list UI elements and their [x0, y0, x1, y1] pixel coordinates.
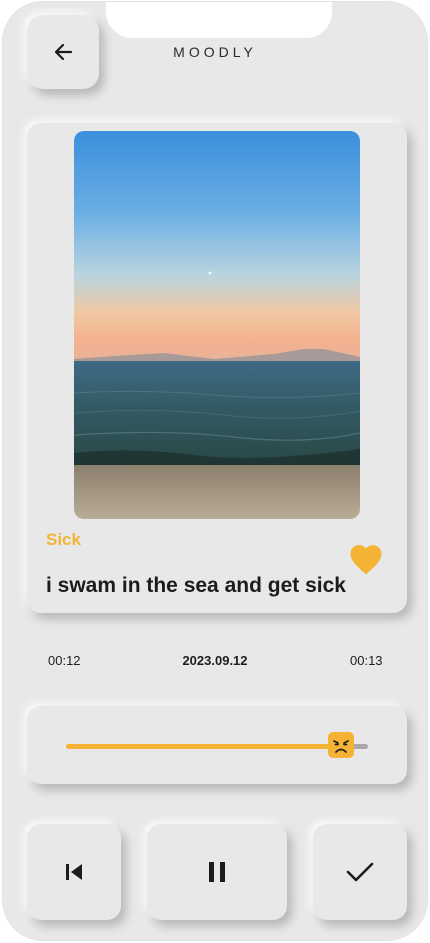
device-notch: [106, 2, 332, 38]
total-time: 00:13: [350, 653, 383, 668]
sick-face-icon[interactable]: [328, 732, 354, 758]
previous-button[interactable]: [27, 824, 121, 920]
checkmark-icon: [346, 862, 374, 882]
post-title: i swam in the sea and get sick: [46, 574, 346, 597]
pause-icon: [209, 862, 225, 882]
phone-frame: MOODLY Sick i swam in the sea and get si…: [3, 2, 427, 940]
progress-fill: [66, 744, 341, 749]
post-photo: [74, 131, 360, 519]
progress-slider-card: [27, 706, 407, 784]
post-card: Sick i swam in the sea and get sick: [27, 123, 407, 613]
mood-label: Sick: [46, 530, 81, 549]
skip-previous-icon: [66, 864, 82, 880]
progress-track[interactable]: [66, 744, 368, 749]
done-button[interactable]: [313, 824, 407, 920]
heart-icon[interactable]: [347, 542, 385, 576]
app-title: MOODLY: [173, 44, 257, 60]
pause-button[interactable]: [147, 824, 287, 920]
